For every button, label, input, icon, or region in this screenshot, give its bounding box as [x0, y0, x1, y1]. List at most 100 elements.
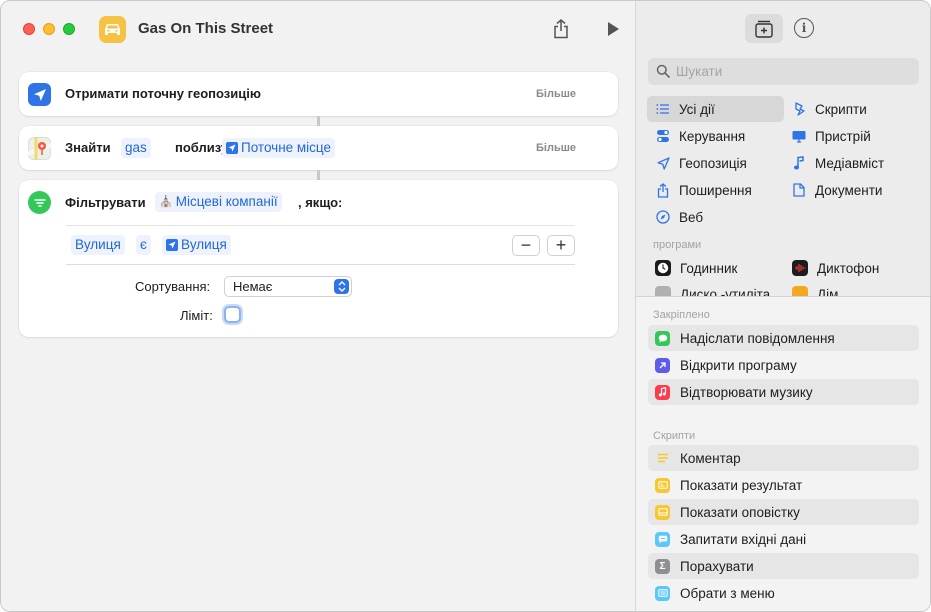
run-button[interactable]	[601, 17, 625, 41]
query-token[interactable]: gas	[121, 138, 151, 158]
action-ask-for-input[interactable]: Запитати вхідні дані	[648, 526, 919, 552]
action-send-message[interactable]: Надіслати повідомлення	[648, 325, 919, 351]
menu-icon	[655, 585, 670, 601]
category-label: Веб	[679, 209, 704, 225]
condition-operator-text: є	[140, 237, 147, 252]
app-voice-memos[interactable]: Диктофон	[792, 257, 879, 279]
search-placeholder: Шукати	[676, 64, 723, 79]
zoom-window-button[interactable]	[63, 23, 75, 35]
location-arrow-icon	[226, 142, 238, 154]
play-icon	[608, 22, 619, 36]
info-icon: i	[801, 21, 807, 35]
category-controls[interactable]: Керування	[655, 123, 785, 149]
category-media[interactable]: Медіавміст	[791, 150, 921, 176]
select-arrows-icon	[334, 279, 349, 294]
category-device[interactable]: Пристрій	[791, 123, 921, 149]
ask-input-icon	[655, 531, 670, 547]
category-all-actions[interactable]: Усі дії	[647, 96, 784, 122]
category-web[interactable]: Веб	[655, 204, 785, 230]
action-label: Порахувати	[680, 558, 754, 574]
app-clock[interactable]: Годинник	[655, 257, 737, 279]
condition-field-token[interactable]: Вулиця	[71, 235, 125, 255]
app-label: Годинник	[680, 260, 738, 276]
open-app-icon	[655, 357, 670, 373]
tab-action-library[interactable]	[745, 14, 783, 43]
app-label: Диско.-утиліта	[680, 286, 771, 297]
limit-label: Ліміт:	[180, 308, 213, 323]
minus-icon: −	[520, 235, 532, 255]
location-token[interactable]: Поточне місце	[222, 138, 336, 158]
category-location[interactable]: Геопозиція	[655, 150, 785, 176]
category-label: Документи	[815, 182, 883, 198]
more-button[interactable]: Більше	[536, 142, 576, 154]
search-icon	[656, 64, 670, 78]
search-field[interactable]: Шукати	[648, 58, 919, 85]
action-label: Відкрити програму	[680, 357, 797, 373]
action-open-app[interactable]: Відкрити програму	[648, 352, 919, 378]
shortcut-editor: Gas On This Street Отримати поточну геоп…	[1, 1, 635, 611]
action-show-result[interactable]: Показати результат	[648, 472, 919, 498]
action-label: Запитати вхідні дані	[680, 531, 807, 547]
document-icon	[791, 182, 807, 198]
action-show-alert[interactable]: Показати оповістку	[648, 499, 919, 525]
messages-icon	[655, 330, 670, 346]
action-get-current-location[interactable]: Отримати поточну геопозицію Більше	[19, 72, 618, 116]
music-note-icon	[791, 155, 807, 171]
script-icon	[791, 101, 807, 117]
minimize-window-button[interactable]	[43, 23, 55, 35]
condition-operator-token[interactable]: є	[136, 235, 151, 255]
shortcut-icon[interactable]	[99, 16, 126, 43]
near-label: поблизу	[175, 140, 229, 155]
action-play-music[interactable]: Відтворювати музику	[648, 379, 919, 405]
action-choose-from-menu[interactable]: Обрати з меню	[648, 580, 919, 606]
query-text: gas	[125, 140, 147, 155]
shortcut-title[interactable]: Gas On This Street	[138, 20, 273, 37]
share-button[interactable]	[549, 17, 573, 41]
filter-condition-row: Вулиця є Вулиця − +	[66, 225, 575, 265]
category-scripts[interactable]: Скрипти	[791, 96, 921, 122]
location-arrow-icon	[655, 155, 671, 171]
action-connector	[317, 170, 320, 180]
sigma-icon: Σ	[655, 558, 670, 574]
close-window-button[interactable]	[23, 23, 35, 35]
category-label: Скрипти	[815, 101, 867, 117]
action-filter[interactable]: Фільтрувати ⛪ Місцеві компанії , якщо: В…	[19, 180, 618, 337]
more-button[interactable]: Більше	[536, 88, 576, 100]
category-sharing[interactable]: Поширення	[655, 177, 785, 203]
action-label: Обрати з меню	[680, 585, 775, 601]
condition-value-token[interactable]: Вулиця	[162, 235, 231, 255]
category-label: Медіавміст	[815, 155, 885, 171]
limit-checkbox[interactable]	[224, 306, 241, 323]
location-arrow-icon	[28, 83, 51, 106]
remove-condition-button[interactable]: −	[512, 235, 540, 256]
add-condition-button[interactable]: +	[547, 235, 575, 256]
app-label: Диктофон	[817, 260, 880, 276]
clock-icon	[655, 260, 671, 276]
scripts-section-header: Скрипти	[653, 430, 696, 442]
library-add-icon	[755, 20, 773, 38]
action-find-places[interactable]: Знайти gas поблизу Поточне місце Більше	[19, 126, 618, 170]
category-label: Керування	[679, 128, 746, 144]
source-text: Місцеві компанії	[175, 194, 278, 209]
app-disk-utility[interactable]: Диско.-утиліта	[655, 283, 770, 296]
plus-icon: +	[555, 235, 567, 255]
app-home[interactable]: Дім	[792, 283, 838, 296]
action-library-sidebar: i Шукати Усі дії Скрипти Керування Прист…	[635, 1, 930, 611]
tab-info[interactable]: i	[794, 18, 814, 38]
action-label: Показати результат	[680, 477, 803, 493]
source-token[interactable]: ⛪ Місцеві компанії	[155, 192, 282, 212]
toggle-icon	[655, 128, 671, 144]
category-label: Усі дії	[679, 101, 715, 117]
sort-value: Немає	[233, 279, 273, 294]
action-label: Показати оповістку	[680, 504, 800, 520]
category-documents[interactable]: Документи	[791, 177, 921, 203]
apps-section-header: програми	[653, 239, 702, 251]
action-comment[interactable]: Коментар	[648, 445, 919, 471]
show-result-icon	[655, 477, 670, 493]
sort-select[interactable]: Немає	[224, 276, 352, 297]
suggestions-list: Закріплено Надіслати повідомлення Відкри…	[636, 297, 930, 611]
local-businesses-icon: ⛪	[159, 196, 173, 208]
filter-icon	[28, 191, 51, 214]
action-calculate[interactable]: Σ Порахувати	[648, 553, 919, 579]
location-text: Поточне місце	[241, 140, 332, 155]
